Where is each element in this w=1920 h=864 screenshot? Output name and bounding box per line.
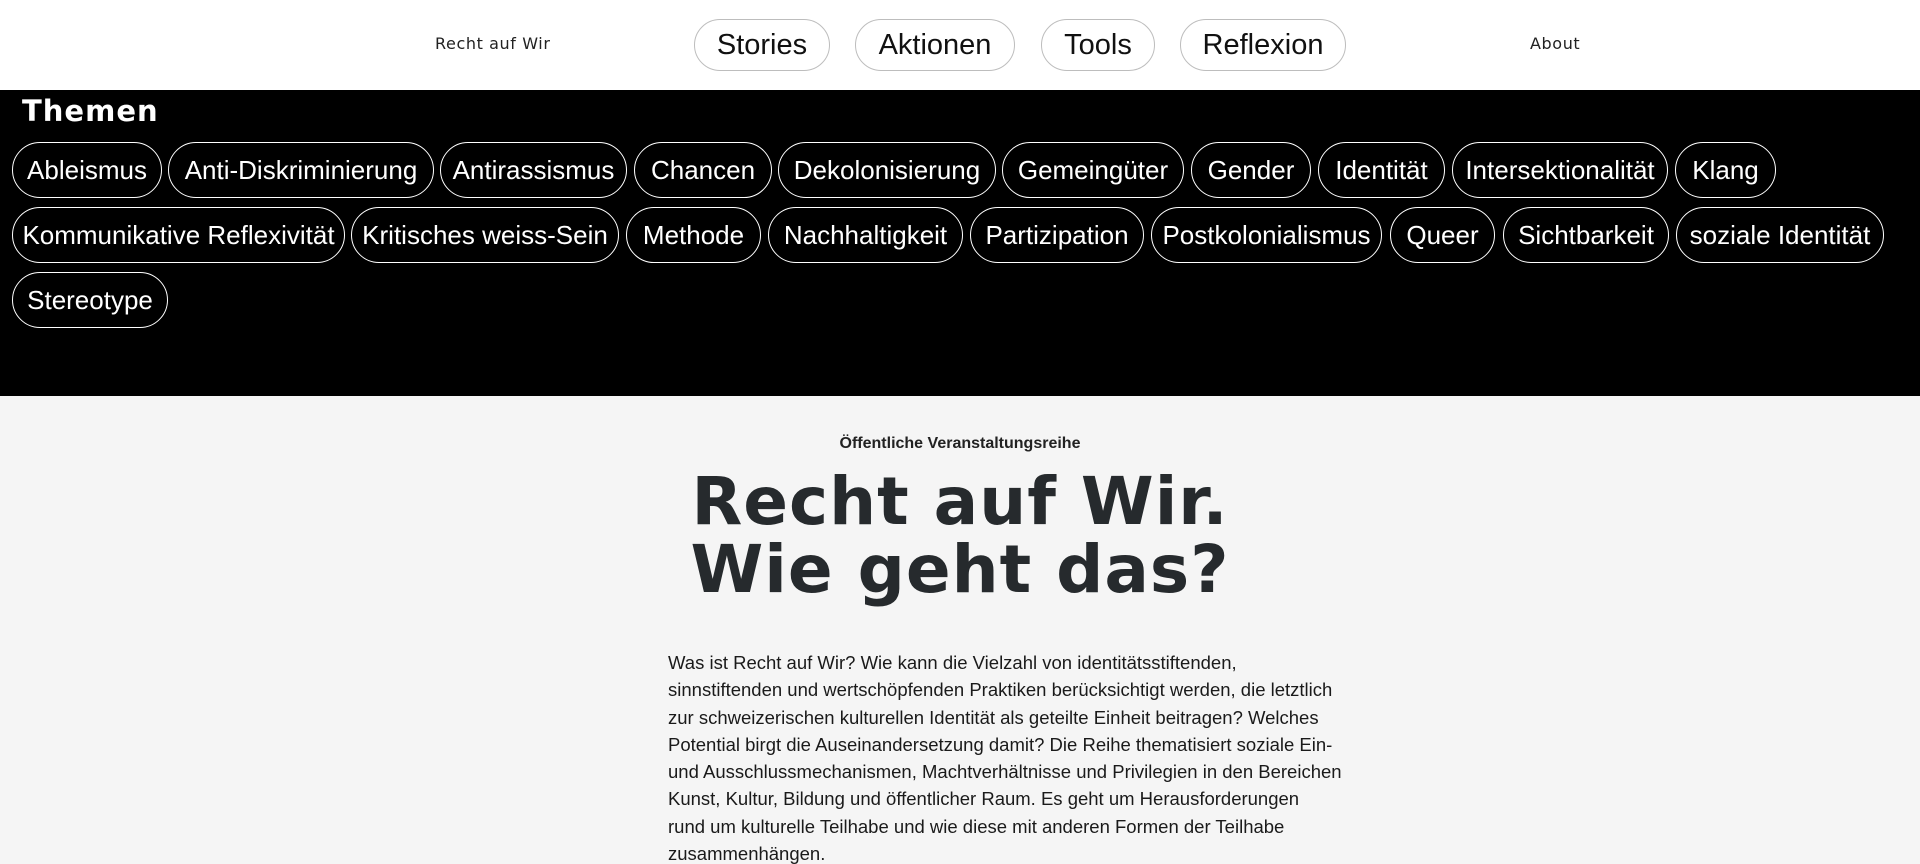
theme-tag[interactable]: Klang xyxy=(1675,142,1776,198)
nav-stories[interactable]: Stories xyxy=(694,19,830,71)
theme-tag[interactable]: Sichtbarkeit xyxy=(1503,207,1669,263)
theme-tag[interactable]: Intersektionalität xyxy=(1452,142,1668,198)
theme-tag[interactable]: Methode xyxy=(626,207,761,263)
theme-tag[interactable]: Queer xyxy=(1390,207,1495,263)
themes-heading: Themen xyxy=(22,94,159,128)
theme-tag[interactable]: Nachhaltigkeit xyxy=(768,207,963,263)
theme-tag[interactable]: Stereotype xyxy=(12,272,168,328)
intro-line: rund um kulturelle Teilhabe und wie dies… xyxy=(668,815,1285,837)
theme-tag[interactable]: Kritisches weiss-Sein xyxy=(351,207,619,263)
intro-line: zusammenhängen. xyxy=(668,843,826,864)
themes-section: Themen Ableismus Anti-Diskriminierung An… xyxy=(0,90,1920,396)
intro-line: und Ausschlussmechanismen, Machtverhältn… xyxy=(668,761,1342,783)
brand-logo-link[interactable]: Recht auf Wir xyxy=(435,34,551,53)
intro-line: zur schweizerischen kulturellen Identitä… xyxy=(668,706,1319,728)
theme-tag[interactable]: Dekolonisierung xyxy=(778,142,996,198)
theme-tag[interactable]: Chancen xyxy=(634,142,772,198)
top-navigation-bar: Recht auf Wir Stories Aktionen Tools Ref… xyxy=(0,0,1920,90)
event-series-kicker: Öffentliche Veranstaltungsreihe xyxy=(839,435,1081,452)
intro-line: Potential birgt die Auseinandersetzung d… xyxy=(668,733,1333,755)
theme-tag[interactable]: soziale Identität xyxy=(1676,207,1884,263)
intro-line: sinnstiftenden und wertschöpfenden Prakt… xyxy=(668,679,1333,701)
nav-aktionen[interactable]: Aktionen xyxy=(855,19,1015,71)
theme-tag[interactable]: Partizipation xyxy=(970,207,1144,263)
nav-reflexion[interactable]: Reflexion xyxy=(1180,19,1346,71)
page-title: Recht auf Wir. Wie geht das? xyxy=(0,468,1920,604)
theme-tag[interactable]: Postkolonialismus xyxy=(1151,207,1382,263)
intro-line: Was ist Recht auf Wir? Wie kann die Viel… xyxy=(668,652,1237,673)
theme-tag[interactable]: Antirassismus xyxy=(440,142,627,198)
theme-tag[interactable]: Kommunikative Reflexivität xyxy=(12,207,345,263)
page-title-line-2: Wie geht das? xyxy=(690,531,1230,608)
nav-tools[interactable]: Tools xyxy=(1041,19,1155,71)
theme-tag[interactable]: Ableismus xyxy=(12,142,162,198)
theme-tag[interactable]: Gender xyxy=(1191,142,1311,198)
theme-tag[interactable]: Identität xyxy=(1318,142,1445,198)
intro-line: Kunst, Kultur, Bildung und öffentlicher … xyxy=(668,788,1300,810)
theme-tag[interactable]: Gemeingüter xyxy=(1002,142,1184,198)
nav-about[interactable]: About xyxy=(1530,34,1580,53)
page-title-line-1: Recht auf Wir. xyxy=(691,463,1229,540)
intro-paragraph: Was ist Recht auf Wir? Wie kann die Viel… xyxy=(668,649,1368,864)
theme-tag[interactable]: Anti-Diskriminierung xyxy=(168,142,434,198)
